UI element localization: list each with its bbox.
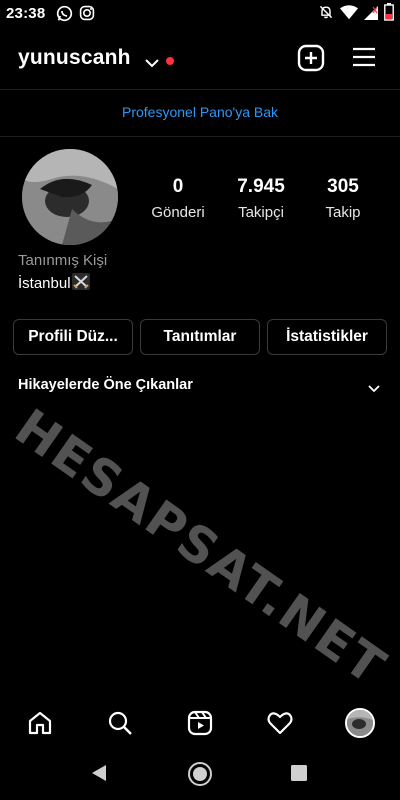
profile-category: Tanınmış Kişi [18,252,108,269]
profile-bio: İstanbul [18,273,90,294]
whatsapp-icon [56,5,73,23]
posts-count: 0 [172,176,184,197]
crossed-swords-icon [71,273,90,294]
following-stat[interactable]: 305 Takip [303,176,383,221]
bottom-nav [0,700,400,746]
reels-icon[interactable] [180,700,220,746]
followers-label: Takipçi [238,204,284,221]
username[interactable]: yunuscanh [18,46,131,70]
home-circle-icon[interactable] [187,761,213,792]
profile-avatar[interactable] [22,149,118,245]
notification-dot [166,57,174,65]
profile-tab[interactable] [340,700,380,746]
signal-icon [364,4,378,25]
divider [0,89,400,90]
back-icon[interactable] [90,764,108,787]
battery-icon [384,2,394,26]
mute-icon [318,4,334,25]
following-count: 305 [327,176,359,197]
search-icon[interactable] [100,700,140,746]
posts-stat[interactable]: 0 Gönderi [138,176,218,221]
watermark: HESAPSAT.NET [4,398,397,697]
insights-button[interactable]: İstatistikler [267,319,387,355]
bio-text: İstanbul [18,275,71,292]
edit-profile-button[interactable]: Profili Düz... [13,319,133,355]
followers-count: 7.945 [237,176,285,197]
posts-label: Gönderi [151,204,205,221]
followers-stat[interactable]: 7.945 Takipçi [221,176,301,221]
status-right-icons [318,2,394,26]
status-bar: 23:38 [0,0,400,28]
profile-avatar [345,708,375,738]
menu-icon[interactable] [352,46,376,68]
system-nav-bar [0,748,400,800]
status-left-icons [56,5,95,23]
home-icon[interactable] [20,700,60,746]
promotions-button[interactable]: Tanıtımlar [140,319,260,355]
recents-icon[interactable] [291,765,307,786]
professional-dashboard-link[interactable]: Profesyonel Pano'ya Bak [0,104,400,120]
new-post-icon[interactable] [297,44,325,72]
chevron-down-icon[interactable] [145,55,159,73]
wifi-icon [340,4,358,25]
heart-icon[interactable] [260,700,300,746]
story-highlights-title[interactable]: Hikayelerde Öne Çıkanlar [18,377,193,393]
chevron-down-icon[interactable] [368,380,380,398]
divider [0,136,400,137]
instagram-icon [79,5,95,23]
following-label: Takip [325,204,361,221]
status-time: 23:38 [6,5,46,22]
